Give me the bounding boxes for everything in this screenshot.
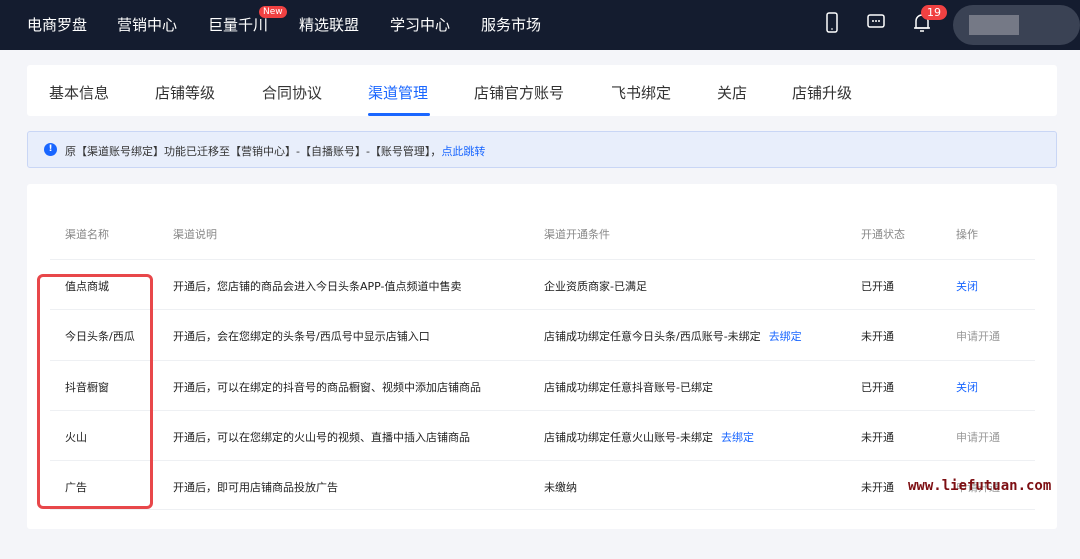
table-row: 广告 开通后，即可用店铺商品投放广告 未缴纳 未开通 申请开通 [50,460,1035,510]
message-icon[interactable] [866,12,886,34]
tab-basic-info[interactable]: 基本信息 [49,82,109,103]
channel-status: 未开通 [861,430,894,444]
channel-desc: 开通后，即可用店铺商品投放广告 [173,481,338,495]
channel-condition: 企业资质商家-已满足 [544,278,647,294]
apply-button[interactable]: 申请开通 [956,328,1000,344]
channel-condition: 店铺成功绑定任意火山账号-未绑定 去绑定 [544,429,754,445]
header-condition: 渠道开通条件 [544,228,610,241]
nav-item[interactable]: 电商罗盘 [27,14,87,35]
table-row: 值点商城 开通后，您店铺的商品会进入今日头条APP-值点频道中售卖 企业资质商家… [50,259,1035,309]
close-button[interactable]: 关闭 [956,379,978,395]
watermark: www.liefutuan.com [908,478,1052,494]
tab-close-store[interactable]: 关店 [717,82,747,103]
user-avatar[interactable] [953,5,1080,45]
info-icon: ! [44,143,57,156]
channel-desc: 开通后，可以在您绑定的火山号的视频、直播中插入店铺商品 [173,430,470,444]
table-row: 火山 开通后，可以在您绑定的火山号的视频、直播中插入店铺商品 店铺成功绑定任意火… [50,409,1035,460]
channel-status: 已开通 [861,380,894,394]
condition-text: 店铺成功绑定任意今日头条/西瓜账号-未绑定 [544,330,761,344]
nav-item[interactable]: 营销中心 [117,14,177,35]
mobile-icon[interactable] [822,12,842,34]
table-row: 今日头条/西瓜 开通后，会在您绑定的头条号/西瓜号中显示店铺入口 店铺成功绑定任… [50,309,1035,359]
channel-desc: 开通后，您店铺的商品会进入今日头条APP-值点频道中售卖 [173,280,462,293]
header-channel-name: 渠道名称 [65,228,109,241]
alert-jump-link[interactable]: 点此跳转 [441,145,485,158]
header-channel-desc: 渠道说明 [173,228,217,241]
avatar-blur [969,15,1019,35]
tab-store-upgrade[interactable]: 店铺升级 [792,82,852,103]
tab-official-account[interactable]: 店铺官方账号 [474,82,564,103]
alert-text: 原【渠道账号绑定】功能已迁移至【营销中心】-【自播账号】-【账号管理】， [65,145,442,158]
condition-text: 店铺成功绑定任意火山账号-未绑定 [544,430,713,444]
channel-status: 未开通 [861,330,894,344]
nav-item[interactable]: 精选联盟 [299,14,359,35]
top-nav: 电商罗盘 营销中心 巨量千川 New 精选联盟 学习中心 服务市场 19 [0,0,1080,50]
header-action: 操作 [956,228,978,241]
tab-store-level[interactable]: 店铺等级 [155,82,215,103]
highlight-box [37,274,153,509]
nav-item[interactable]: 学习中心 [390,14,450,35]
channel-condition: 店铺成功绑定任意今日头条/西瓜账号-未绑定 去绑定 [544,328,802,344]
condition-text: 未缴纳 [544,481,577,495]
notification-count: 19 [921,5,947,20]
close-button[interactable]: 关闭 [956,278,978,294]
condition-text: 店铺成功绑定任意抖音账号-已绑定 [544,380,713,394]
nav-item[interactable]: 服务市场 [481,14,541,35]
tab-bar: 基本信息 店铺等级 合同协议 渠道管理 店铺官方账号 飞书绑定 关店 店铺升级 [27,65,1057,116]
new-badge: New [259,6,287,18]
condition-text: 企业资质商家-已满足 [544,280,647,293]
bind-link[interactable]: 去绑定 [769,330,802,343]
channel-condition: 未缴纳 [544,479,577,495]
tab-feishu-binding[interactable]: 飞书绑定 [611,82,671,103]
tab-contract[interactable]: 合同协议 [262,82,322,103]
table-bottom-line [50,509,1035,559]
channel-status: 已开通 [861,280,894,293]
table-row: 抖音橱窗 开通后，可以在绑定的抖音号的商品橱窗、视频中添加店铺商品 店铺成功绑定… [50,359,1035,410]
bind-link[interactable]: 去绑定 [721,431,754,444]
header-status: 开通状态 [861,228,905,241]
active-tab-indicator [368,113,430,116]
apply-button[interactable]: 申请开通 [956,429,1000,445]
channel-condition: 店铺成功绑定任意抖音账号-已绑定 [544,379,713,395]
nav-item[interactable]: 巨量千川 [208,14,268,35]
tab-channel-management[interactable]: 渠道管理 [368,82,428,103]
channel-desc: 开通后，会在您绑定的头条号/西瓜号中显示店铺入口 [173,330,430,344]
channel-status: 未开通 [861,481,894,495]
info-alert: ! 原【渠道账号绑定】功能已迁移至【营销中心】-【自播账号】-【账号管理】，点此… [27,131,1057,168]
channel-desc: 开通后，可以在绑定的抖音号的商品橱窗、视频中添加店铺商品 [173,380,481,394]
